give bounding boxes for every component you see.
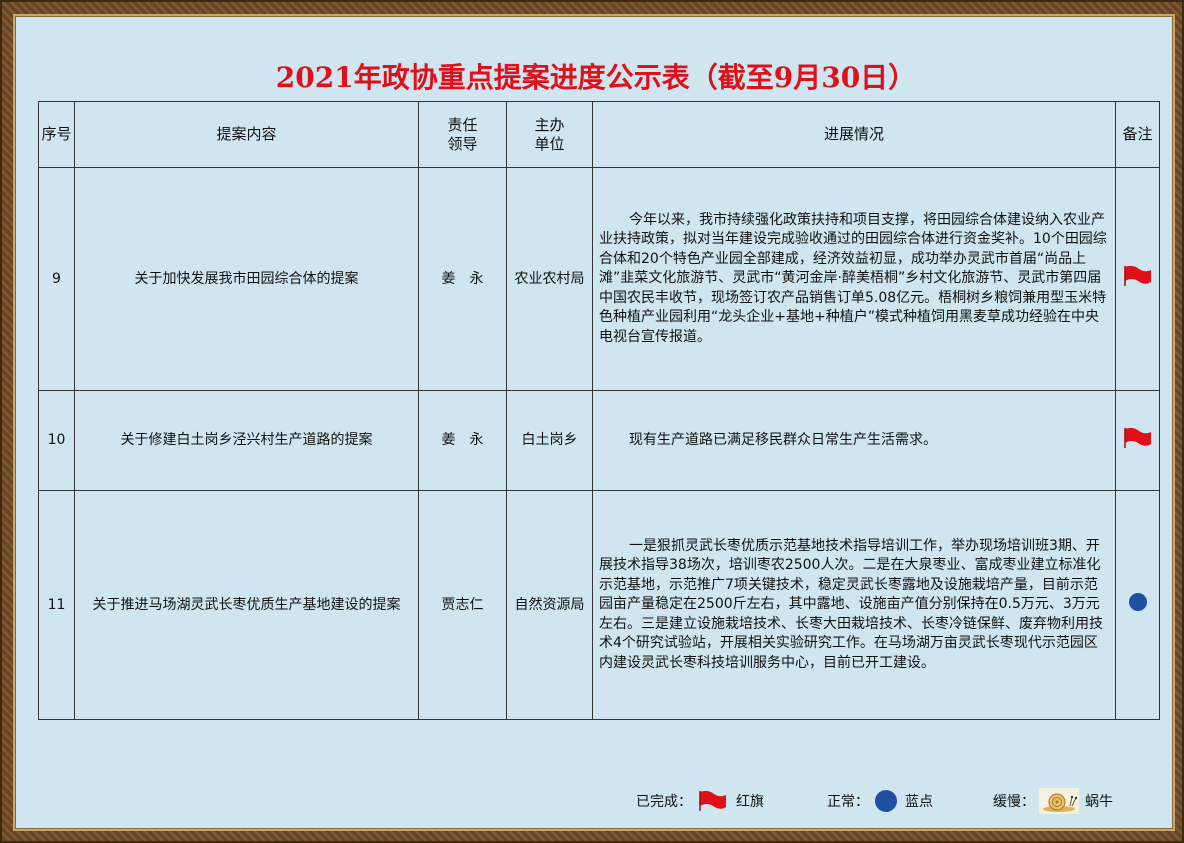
legend-done-label: 已完成：: [636, 794, 692, 810]
blue-dot-icon: [1128, 593, 1147, 611]
header-progress: 进展情况: [592, 101, 1116, 168]
row-content: 关于修建白土岗乡泾兴村生产道路的提案: [74, 390, 419, 491]
row-seq: 9: [38, 167, 75, 391]
blue-dot-icon: [875, 790, 897, 812]
row-note: [1115, 167, 1160, 391]
row-leader: 贾志仁: [418, 490, 507, 720]
header-note: 备注: [1115, 101, 1160, 168]
row-leader: 姜 永: [418, 167, 507, 391]
header-content: 提案内容: [74, 101, 419, 168]
sheet: 2021年政协重点提案进度公示表（截至9月30日） 序号 提案内容 责任 领导 主…: [13, 14, 1175, 831]
table-header-row: 序号 提案内容 责任 领导 主办 单位 进展情况 备注: [38, 101, 1160, 168]
picture-frame: 2021年政协重点提案进度公示表（截至9月30日） 序号 提案内容 责任 领导 主…: [0, 0, 1184, 843]
row-leader: 姜 永: [418, 390, 507, 491]
red-flag-icon: [1123, 265, 1151, 286]
header-seq: 序号: [38, 101, 75, 168]
row-progress: 现有生产道路已满足移民群众日常生产生活需求。: [592, 390, 1116, 491]
snail-icon: [1039, 788, 1079, 814]
legend-normal: 正常： 蓝点: [827, 786, 933, 816]
row-progress: 一是狠抓灵武长枣优质示范基地技术指导培训工作，举办现场培训班3期、开展技术指导3…: [592, 490, 1116, 720]
row-unit: 自然资源局: [506, 490, 593, 720]
legend-normal-text: 蓝点: [905, 794, 933, 810]
legend-slow-text: 蜗牛: [1085, 794, 1113, 810]
legend: 已完成： 红旗 正常： 蓝点 缓慢： 蜗牛: [15, 786, 1177, 816]
table-row: 11 关于推进马场湖灵武长枣优质生产基地建设的提案 贾志仁 自然资源局 一是狠抓…: [38, 490, 1160, 720]
row-unit: 农业农村局: [506, 167, 593, 391]
row-content: 关于加快发展我市田园综合体的提案: [74, 167, 419, 391]
row-content: 关于推进马场湖灵武长枣优质生产基地建设的提案: [74, 490, 419, 720]
row-seq: 10: [38, 390, 75, 491]
row-seq: 11: [38, 490, 75, 720]
red-flag-icon: [699, 790, 726, 811]
table-row: 10 关于修建白土岗乡泾兴村生产道路的提案 姜 永 白土岗乡 现有生产道路已满足…: [38, 390, 1160, 491]
legend-slow: 缓慢： 蜗牛: [993, 786, 1113, 816]
header-unit: 主办 单位: [506, 101, 593, 168]
red-flag-icon: [1123, 427, 1151, 448]
row-unit: 白土岗乡: [506, 390, 593, 491]
table-row: 9 关于加快发展我市田园综合体的提案 姜 永 农业农村局 今年以来，我市持续强化…: [38, 167, 1160, 391]
row-progress: 今年以来，我市持续强化政策扶持和项目支撑，将田园综合体建设纳入农业产业扶持政策，…: [592, 167, 1116, 391]
legend-done: 已完成： 红旗: [636, 786, 764, 816]
proposal-table: 序号 提案内容 责任 领导 主办 单位 进展情况 备注 9 关于加快发展我市田园综合…: [38, 101, 1160, 720]
row-note: [1115, 390, 1160, 491]
header-leader: 责任 领导: [418, 101, 507, 168]
legend-slow-label: 缓慢：: [993, 794, 1035, 810]
legend-done-text: 红旗: [736, 794, 764, 810]
row-note: [1115, 490, 1160, 720]
legend-normal-label: 正常：: [827, 794, 869, 810]
page-title: 2021年政协重点提案进度公示表（截至9月30日）: [275, 61, 917, 94]
